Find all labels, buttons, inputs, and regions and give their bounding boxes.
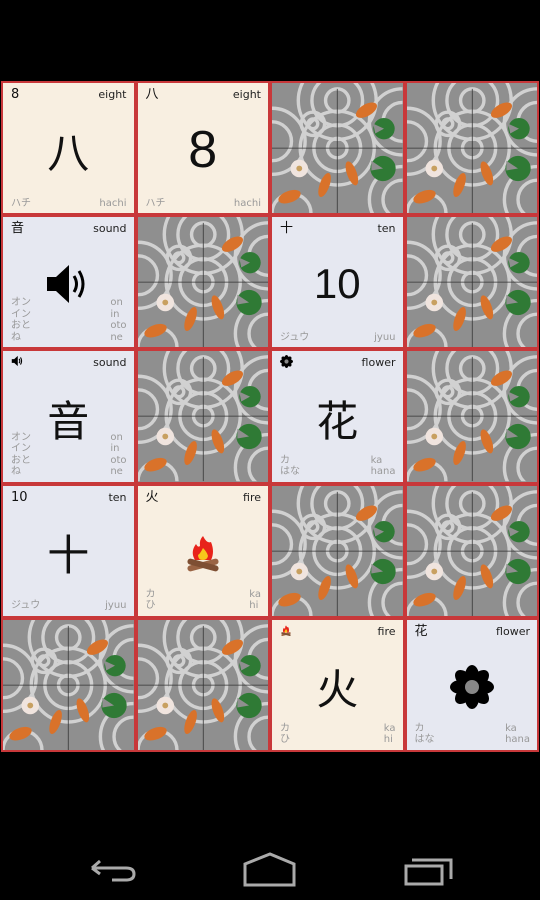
- home-button[interactable]: [240, 850, 300, 890]
- koi-pond-pattern-icon: [407, 217, 538, 347]
- card-center: [138, 522, 269, 584]
- card-eight-numeral[interactable]: 8 eight 八 ハチ hachi: [1, 81, 136, 216]
- face-down-tile[interactable]: [270, 81, 405, 216]
- card-english: ten: [108, 490, 127, 504]
- card-english: fire: [243, 490, 261, 504]
- card-romaji: on in oto ne: [110, 297, 127, 343]
- recent-apps-button[interactable]: [398, 850, 458, 890]
- card-sound-kanji[interactable]: sound 音 オン イン おとね on in oto ne: [1, 349, 136, 484]
- card-center: 火: [316, 665, 359, 715]
- card-romaji: jyuu: [105, 600, 127, 612]
- card-kana: カひ: [145, 588, 156, 612]
- card-english: sound: [93, 222, 127, 236]
- card-corner: 8: [11, 87, 20, 102]
- card-fire-kanji[interactable]: fire 火 カひ ka hi: [270, 617, 405, 752]
- koi-pond-pattern-icon: [138, 217, 269, 347]
- koi-pond-pattern-icon: [138, 351, 269, 481]
- card-ten-kanji[interactable]: 10 ten 十 ジュウ jyuu: [1, 483, 136, 618]
- card-kana: オン イン おとね: [11, 297, 31, 343]
- card-flower-kanji[interactable]: flower 花 カはな ka hana: [270, 349, 405, 484]
- card-fire-icon[interactable]: 火 fire カひ ka hi: [135, 483, 270, 618]
- card-eight-kanji[interactable]: 八 eight 8 ハチ hachi: [135, 81, 270, 216]
- koi-pond-pattern-icon: [272, 83, 403, 213]
- card-english: fire: [377, 624, 396, 638]
- card-english: eight: [98, 88, 127, 101]
- card-romaji: ka hana: [370, 454, 396, 478]
- card-kana: カはな: [280, 454, 300, 478]
- face-down-tile[interactable]: [404, 81, 539, 216]
- face-down-tile[interactable]: [270, 483, 405, 618]
- face-down-tile[interactable]: [135, 349, 270, 484]
- card-kana: ハチ: [145, 197, 166, 209]
- navigation-bar: [0, 840, 540, 900]
- card-kana: ジュウ: [280, 331, 310, 343]
- card-corner: 花: [414, 623, 428, 639]
- card-flower-icon[interactable]: 花 flower カはな ka hana: [404, 617, 539, 752]
- card-center: 十: [47, 531, 90, 581]
- back-button[interactable]: [82, 850, 142, 890]
- card-kana: ジュウ: [11, 600, 41, 612]
- card-romaji: hachi: [233, 197, 261, 209]
- campfire-icon: [280, 624, 292, 637]
- face-down-tile[interactable]: [135, 215, 270, 350]
- card-corner: 10: [11, 489, 28, 505]
- card-english: flower: [361, 356, 396, 370]
- card-romaji: on in oto ne: [110, 431, 127, 478]
- card-english: eight: [232, 88, 261, 101]
- card-kana: カはな: [414, 722, 435, 746]
- card-corner: 十: [280, 221, 294, 237]
- card-romaji: ka hana: [505, 722, 530, 746]
- koi-pond-pattern-icon: [3, 620, 134, 750]
- card-center: 八: [47, 128, 90, 178]
- koi-pond-pattern-icon: [407, 351, 538, 481]
- flower-icon: [450, 665, 494, 709]
- koi-pond-pattern-icon: [138, 620, 269, 750]
- card-romaji: hachi: [99, 197, 127, 209]
- card-center: 10: [313, 260, 361, 308]
- card-english: sound: [93, 356, 127, 370]
- card-corner: 火: [145, 489, 159, 505]
- face-down-tile[interactable]: [404, 349, 539, 484]
- campfire-icon: [183, 532, 223, 574]
- card-corner: 八: [145, 87, 159, 102]
- card-corner: [280, 624, 292, 642]
- face-down-tile[interactable]: [1, 617, 136, 752]
- face-down-tile[interactable]: [404, 215, 539, 350]
- card-center: 8: [188, 121, 218, 179]
- koi-pond-pattern-icon: [407, 486, 538, 616]
- card-corner: 音: [11, 221, 25, 237]
- card-english: flower: [496, 624, 530, 638]
- card-romaji: ka hi: [383, 722, 396, 746]
- card-romaji: jyuu: [374, 331, 396, 343]
- face-down-tile[interactable]: [135, 617, 270, 752]
- card-corner: [280, 355, 293, 373]
- card-center: [407, 656, 538, 718]
- card-kana: カひ: [280, 722, 290, 746]
- speaker-icon: [11, 356, 23, 367]
- card-kana: オン イン おとね: [11, 431, 31, 478]
- card-sound-icon[interactable]: 音 sound オン イン おとね on in oto ne: [1, 215, 136, 350]
- card-english: ten: [377, 222, 396, 236]
- card-corner: [11, 355, 24, 372]
- face-down-tile[interactable]: [404, 483, 539, 618]
- card-center: 花: [316, 396, 359, 446]
- koi-pond-pattern-icon: [272, 486, 403, 616]
- card-ten-numeral[interactable]: 十 ten 10 ジュウ jyuu: [270, 215, 405, 350]
- card-romaji: ka hi: [249, 588, 261, 612]
- speaker-icon: [47, 265, 85, 304]
- koi-pond-pattern-icon: [407, 83, 538, 213]
- flower-icon: [280, 355, 293, 368]
- game-board: 8 eight 八 ハチ hachi 八 eight 8 ハチ hachi 音 …: [1, 81, 539, 752]
- card-kana: ハチ: [11, 197, 31, 209]
